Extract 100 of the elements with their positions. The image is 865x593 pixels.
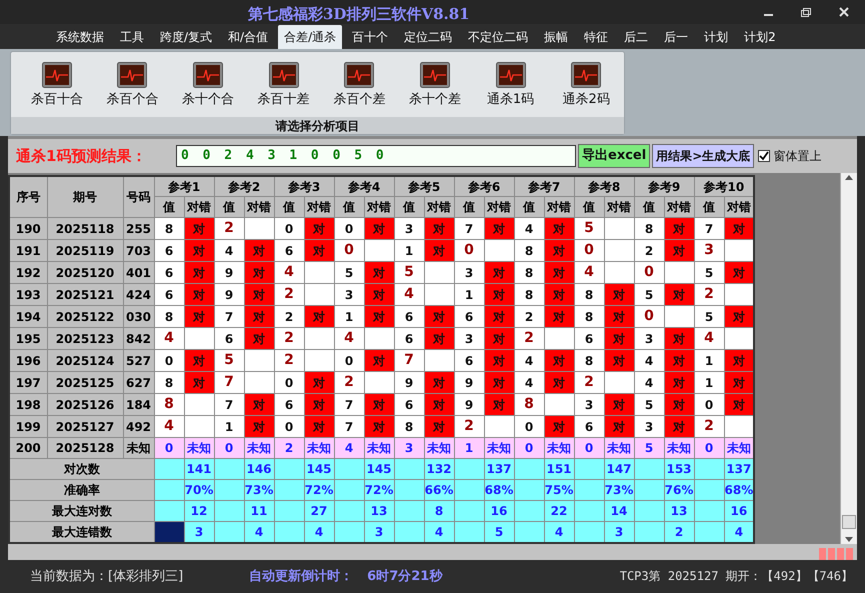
table-cell bbox=[364, 372, 394, 394]
generate-button[interactable]: 用结果>生成大底 bbox=[652, 144, 754, 168]
table-cell: 145 bbox=[364, 458, 394, 480]
scroll-down-icon[interactable] bbox=[845, 536, 853, 542]
scrollbar-thumb[interactable] bbox=[842, 514, 856, 529]
table-cell: 对 bbox=[544, 240, 574, 262]
table-cell: 对 bbox=[484, 328, 514, 350]
heart-monitor-icon bbox=[268, 62, 299, 88]
table-cell[interactable] bbox=[154, 522, 184, 543]
export-button[interactable]: 导出excel bbox=[578, 144, 650, 168]
heart-monitor-icon bbox=[193, 62, 224, 88]
table-cell: 对 bbox=[604, 350, 634, 372]
latest-draw-text: TCP3第 2025127 期开：【492】【746】 bbox=[620, 568, 853, 586]
topmost-checkbox[interactable] bbox=[758, 150, 770, 162]
table-cell: 16 bbox=[724, 500, 754, 522]
table-cell bbox=[544, 394, 574, 416]
menu-tab[interactable]: 振幅 bbox=[538, 24, 574, 49]
table-cell[interactable] bbox=[154, 500, 184, 522]
restore-icon[interactable] bbox=[801, 8, 811, 17]
table-cell: 030 bbox=[123, 306, 154, 328]
column-header: 值 bbox=[514, 196, 544, 218]
table-cell: 对 bbox=[184, 218, 214, 240]
column-header: 值 bbox=[394, 196, 424, 218]
table-cell[interactable] bbox=[154, 480, 184, 501]
menu-tab[interactable]: 合差/通杀 bbox=[278, 24, 342, 49]
ribbon-button[interactable]: 通杀2码 bbox=[548, 62, 624, 110]
ribbon-button[interactable]: 杀十个合 bbox=[170, 62, 246, 110]
table-cell: 8 bbox=[154, 306, 184, 328]
table-cell: 6 bbox=[394, 328, 424, 350]
table-cell: 2 bbox=[574, 372, 604, 394]
table-cell: 5 bbox=[394, 262, 424, 284]
table-cell: 对 bbox=[604, 328, 634, 350]
menu-tab[interactable]: 计划2 bbox=[738, 24, 782, 49]
table-cell: 193 bbox=[9, 284, 47, 306]
column-header: 序号 bbox=[9, 176, 47, 218]
table-cell: 8 bbox=[574, 284, 604, 306]
table-cell[interactable] bbox=[154, 458, 184, 480]
ribbon-button[interactable]: 杀百个差 bbox=[322, 62, 398, 110]
table-cell: 对 bbox=[424, 328, 454, 350]
table-cell: 对 bbox=[544, 350, 574, 372]
table-cell: 对 bbox=[724, 372, 754, 394]
table-cell: 8 bbox=[154, 394, 184, 416]
menu-tab[interactable]: 后二 bbox=[618, 24, 654, 49]
table-cell: 对 bbox=[304, 416, 334, 438]
table-cell: 0 bbox=[334, 240, 364, 262]
menu-tab[interactable]: 不定位二码 bbox=[462, 24, 534, 49]
column-header: 对错 bbox=[724, 196, 754, 218]
table-cell bbox=[604, 240, 634, 262]
table-cell bbox=[304, 262, 334, 284]
ribbon-button[interactable]: 杀百个合 bbox=[94, 62, 170, 110]
table-cell: 8 bbox=[514, 240, 544, 262]
menu-tab[interactable]: 跨度/复式 bbox=[154, 24, 218, 49]
table-cell: 3 bbox=[454, 262, 484, 284]
table-cell: 对 bbox=[604, 284, 634, 306]
column-header: 对错 bbox=[424, 196, 454, 218]
column-header: 值 bbox=[154, 196, 184, 218]
menu-tab[interactable]: 计划 bbox=[698, 24, 734, 49]
menu-tab[interactable]: 工具 bbox=[114, 24, 150, 49]
table-cell: 9 bbox=[214, 262, 244, 284]
table-cell: 2025128 bbox=[47, 438, 123, 459]
menu-tab[interactable]: 后一 bbox=[658, 24, 694, 49]
menu-tab[interactable]: 和/合值 bbox=[222, 24, 274, 49]
table-cell: 对 bbox=[424, 240, 454, 262]
table-cell: 0 bbox=[514, 416, 544, 438]
table-cell: 3 bbox=[634, 416, 664, 438]
countdown-text: 6时7分21秒 bbox=[367, 568, 442, 586]
table-cell: 6 bbox=[394, 394, 424, 416]
table-cell: 196 bbox=[9, 350, 47, 372]
table-cell bbox=[484, 416, 514, 438]
prediction-result-field[interactable]: 0 0 2 4 3 1 0 0 5 0 bbox=[176, 144, 576, 167]
table-cell: 1 bbox=[694, 350, 724, 372]
column-header: 值 bbox=[694, 196, 724, 218]
menu-tab[interactable]: 特征 bbox=[578, 24, 614, 49]
table-cell: 对 bbox=[544, 372, 574, 394]
scrollbar[interactable] bbox=[840, 172, 857, 544]
table-cell: 对 bbox=[664, 240, 694, 262]
column-header: 值 bbox=[334, 196, 364, 218]
table-cell: 6 bbox=[454, 306, 484, 328]
table-cell: 11 bbox=[244, 500, 274, 522]
table-cell: 对 bbox=[304, 240, 334, 262]
ribbon-button[interactable]: 杀十个差 bbox=[397, 62, 473, 110]
table-cell: 527 bbox=[123, 350, 154, 372]
table-cell: 对 bbox=[664, 218, 694, 240]
table-cell bbox=[184, 328, 214, 350]
column-header: 参考6 bbox=[454, 176, 514, 197]
table-cell: 对 bbox=[544, 262, 574, 284]
table-cell: 0 bbox=[334, 350, 364, 372]
table-cell: 12 bbox=[184, 500, 214, 522]
scroll-up-icon[interactable] bbox=[845, 174, 853, 180]
ribbon-button[interactable]: 杀百十差 bbox=[246, 62, 322, 110]
table-cell: 对 bbox=[484, 262, 514, 284]
close-icon[interactable] bbox=[839, 7, 849, 18]
menu-tab[interactable]: 百十个 bbox=[346, 24, 394, 49]
table-cell: 3 bbox=[394, 438, 424, 459]
table-cell: 4 bbox=[544, 522, 574, 543]
ribbon-button[interactable]: 杀百十合 bbox=[19, 62, 95, 110]
menu-tab[interactable]: 定位二码 bbox=[398, 24, 458, 49]
menu-tab[interactable]: 系统数据 bbox=[50, 24, 110, 49]
ribbon-button[interactable]: 通杀1码 bbox=[472, 62, 548, 110]
table-cell: 0 bbox=[634, 262, 664, 284]
